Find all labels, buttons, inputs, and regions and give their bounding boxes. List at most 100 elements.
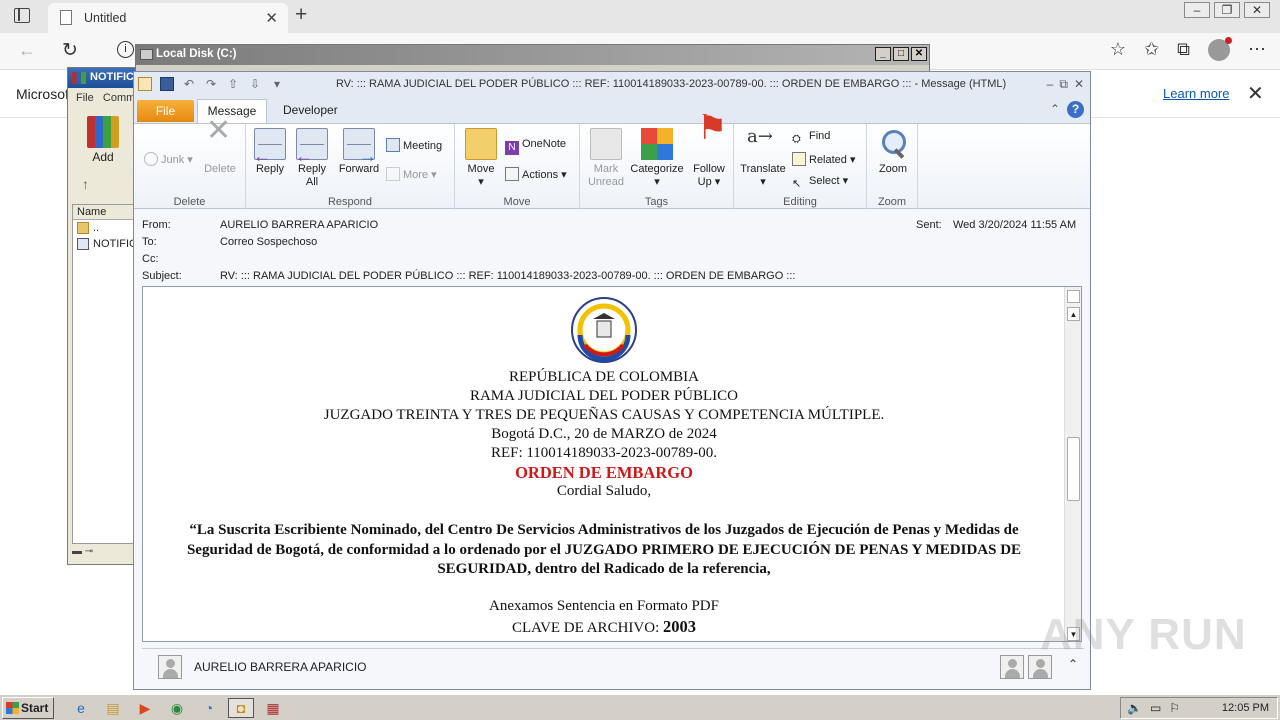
maximize-button[interactable]: □ — [893, 47, 909, 61]
junk-button[interactable]: Junk ▾ — [144, 152, 193, 166]
outlook-icon[interactable]: ◘ — [228, 698, 254, 718]
winrar-menu-commands[interactable]: Comm — [103, 92, 135, 104]
start-button[interactable]: Start — [2, 697, 54, 719]
chrome-icon[interactable]: ◉ — [164, 698, 190, 718]
meeting-button[interactable]: Meeting — [386, 138, 442, 152]
winrar-menu-file[interactable]: File — [76, 92, 94, 104]
undo-icon[interactable]: ↶ — [182, 77, 196, 91]
list-item[interactable]: .. — [73, 220, 135, 236]
add-favorite-icon[interactable]: ☆ — [1110, 39, 1126, 61]
collections-icon[interactable]: ⧉ — [1177, 39, 1190, 61]
flag-icon[interactable]: ⚐ — [1169, 701, 1180, 715]
archive-books-icon — [87, 116, 119, 148]
more-respond-button[interactable]: More ▾ — [386, 167, 437, 181]
letter-paragraph: “La Suscrita Escribiente Nominado, del C… — [186, 522, 1022, 577]
delete-x-icon — [204, 124, 236, 160]
actions-button[interactable]: Actions ▾ — [505, 167, 567, 181]
infobar-close-icon[interactable]: ✕ — [1247, 81, 1264, 106]
minimize-button[interactable]: – — [1184, 2, 1210, 18]
tab-file[interactable]: File — [137, 100, 194, 122]
back-arrow-icon[interactable]: ← — [18, 40, 36, 61]
delete-button[interactable]: Delete — [202, 124, 238, 176]
reply-all-button[interactable]: Reply All — [294, 128, 330, 189]
minimize-button[interactable]: _ — [875, 47, 891, 61]
from-value[interactable]: AURELIO BARRERA APARICIO — [220, 219, 378, 231]
message-body[interactable]: REPÚBLICA DE COLOMBIA RAMA JUDICIAL DEL … — [142, 286, 1082, 642]
people-pane-name[interactable]: AURELIO BARRERA APARICIO — [194, 660, 367, 674]
scroll-up-arrow-icon[interactable]: ▲ — [1067, 307, 1080, 321]
folder-icon[interactable]: ▤ — [100, 698, 126, 718]
group-label: Move — [503, 196, 531, 208]
group-label: Respond — [327, 196, 373, 208]
up-arrow-icon[interactable]: ↑ — [82, 176, 89, 192]
find-button[interactable]: ⛭ Find — [792, 130, 830, 147]
network-icon[interactable]: ▭ — [1150, 701, 1161, 715]
media-player-icon[interactable]: ▶ — [132, 698, 158, 718]
vertical-scrollbar[interactable]: ▲ ▼ — [1064, 287, 1081, 641]
next-item-icon[interactable]: ⇩ — [248, 77, 262, 91]
zoom-button[interactable]: Zoom — [875, 128, 911, 176]
save-icon[interactable] — [160, 77, 174, 91]
scroll-thumb[interactable] — [1067, 437, 1080, 501]
previous-item-icon[interactable]: ⇧ — [226, 77, 240, 91]
ribbon-group-zoom: Zoom Zoom — [867, 124, 918, 210]
quick-access-toolbar: ↶ ↷ ⇧ ⇩ ▾ — [138, 77, 284, 91]
info-icon[interactable]: i — [117, 41, 134, 58]
to-value[interactable]: Correo Sospechoso — [220, 236, 317, 248]
onenote-button[interactable]: N OneNote — [505, 138, 566, 155]
learn-more-link[interactable]: Learn more — [1163, 86, 1229, 101]
forward-button[interactable]: Forward — [336, 128, 382, 176]
collapse-ribbon-icon[interactable]: ⌃ — [1050, 102, 1060, 116]
related-button[interactable]: Related ▾ — [792, 152, 856, 166]
group-label: Editing — [783, 196, 817, 208]
close-button[interactable]: ✕ — [1074, 77, 1084, 92]
translate-button[interactable]: Translate▾ — [736, 128, 790, 189]
categorize-button[interactable]: Categorize ▾ — [628, 128, 686, 189]
redo-icon[interactable]: ↷ — [204, 77, 218, 91]
edge-icon[interactable]: ◔ — [196, 698, 222, 718]
flag-icon — [693, 122, 727, 160]
restore-button[interactable]: ❐ — [1214, 2, 1240, 18]
minimize-button[interactable]: – — [1047, 77, 1054, 92]
volume-icon[interactable]: 🔈 — [1127, 701, 1142, 715]
explorer-window-controls: _ □ ✕ — [875, 47, 927, 61]
tab-developer[interactable]: Developer — [283, 103, 338, 117]
browser-tab[interactable]: Untitled ✕ — [48, 3, 288, 33]
move-folder-icon — [465, 128, 497, 160]
follow-up-button[interactable]: Follow Up ▾ — [688, 122, 730, 189]
sender-avatar[interactable] — [158, 655, 182, 679]
favorites-icon[interactable]: ✩ — [1144, 39, 1159, 61]
refresh-icon[interactable]: ↻ — [62, 39, 78, 62]
winrar-icon[interactable]: ▦ — [260, 698, 286, 718]
mark-unread-button[interactable]: Mark Unread — [584, 128, 628, 189]
list-item[interactable]: NOTIFIC — [73, 236, 137, 252]
scroll-options-icon[interactable] — [1067, 290, 1080, 303]
close-button[interactable]: ✕ — [911, 47, 927, 61]
help-icon[interactable]: ? — [1067, 101, 1084, 118]
clock[interactable]: 12:05 PM — [1222, 702, 1269, 714]
move-button[interactable]: Move ▾ — [461, 128, 501, 189]
taskbar-quick-launch: e ▤ ▶ ◉ ◔ ◘ ▦ — [68, 698, 286, 718]
letter-greeting: Cordial Saludo, — [556, 483, 652, 499]
profile-avatar[interactable] — [1208, 37, 1232, 61]
select-button[interactable]: ↖ Select ▾ — [792, 174, 848, 191]
more-menu-icon[interactable]: ⋯ — [1248, 39, 1266, 61]
restore-button[interactable]: ⧉ — [1059, 77, 1068, 92]
reply-button[interactable]: Reply — [252, 128, 288, 176]
winrar-add-button[interactable]: Add — [78, 116, 128, 172]
winrar-add-label: Add — [92, 150, 114, 164]
letter-court: JUZGADO TREINTA Y TRES DE PEQUEÑAS CAUSA… — [323, 407, 885, 423]
column-header-name[interactable]: Name — [73, 205, 135, 220]
close-tab-icon[interactable]: ✕ — [265, 9, 278, 27]
message-header: From: AURELIO BARRERA APARICIO To: Corre… — [134, 210, 1090, 286]
new-tab-button[interactable]: + — [295, 3, 307, 27]
person-avatar[interactable] — [1000, 655, 1024, 679]
categorize-tiles-icon — [641, 128, 673, 160]
taskbar: Start e ▤ ▶ ◉ ◔ ◘ ▦ 🔈 ▭ ⚐ 12:05 PM — [0, 694, 1280, 720]
anyrun-watermark: ANY RUN — [1040, 610, 1247, 659]
internet-explorer-icon[interactable]: e — [68, 698, 94, 718]
customize-qat-icon[interactable]: ▾ — [270, 77, 284, 91]
calendar-icon — [386, 138, 400, 152]
tab-actions-icon[interactable] — [14, 8, 30, 23]
close-button[interactable]: ✕ — [1244, 2, 1270, 18]
